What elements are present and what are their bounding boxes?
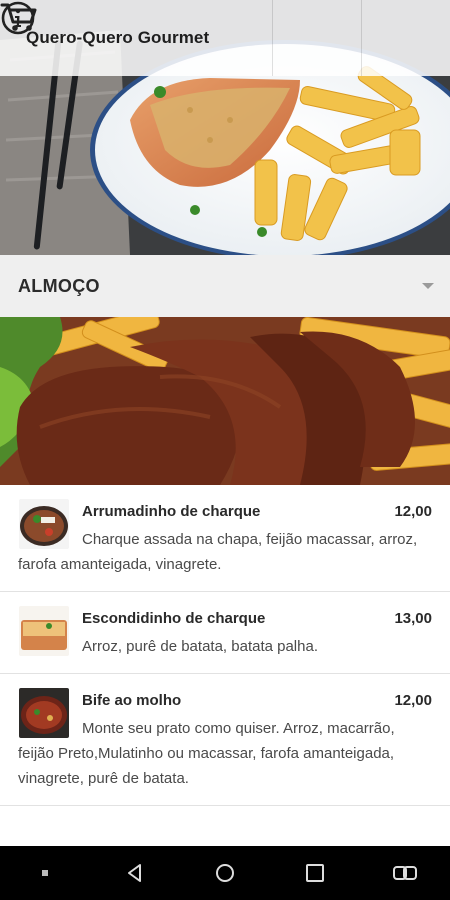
dish-description: Monte seu prato como quiser. Arroz, maca… <box>18 720 395 787</box>
dish-name: Bife ao molho <box>82 691 182 709</box>
menu-list: Arrumadinho de charque 12,00 Charque ass… <box>0 485 450 846</box>
info-button[interactable] <box>1 0 361 76</box>
nav-switch-button[interactable] <box>385 853 425 893</box>
dish-description: Arroz, purê de batata, batata palha. <box>82 638 318 655</box>
nav-recents-button[interactable] <box>295 853 335 893</box>
switch-icon <box>393 866 417 880</box>
hero-banner: Quero-Quero Gourmet <box>0 0 450 255</box>
nav-dot-button[interactable] <box>25 853 65 893</box>
dish-name: Escondidinho de charque <box>82 609 266 627</box>
dish-description: Charque assada na chapa, feijão macassar… <box>18 531 418 573</box>
section-header-almoco[interactable]: ALMOÇO <box>0 255 450 317</box>
dish-price: 13,00 <box>394 609 432 627</box>
home-icon <box>216 864 234 882</box>
section-banner-image <box>0 317 450 485</box>
dish-thumbnail <box>19 688 69 738</box>
top-app-bar: Quero-Quero Gourmet <box>0 0 450 76</box>
square-dot-icon <box>42 870 48 876</box>
nav-home-button[interactable] <box>205 853 245 893</box>
app-title: Quero-Quero Gourmet <box>26 28 210 47</box>
section-title: ALMOÇO <box>18 275 100 296</box>
dish-thumbnail <box>19 606 69 656</box>
recents-icon <box>306 864 324 882</box>
system-nav-bar <box>0 846 450 900</box>
list-item[interactable]: Escondidinho de charque 13,00 Arroz, pur… <box>0 592 450 674</box>
dropdown-arrow-icon <box>422 283 434 289</box>
dish-thumbnail <box>19 499 69 549</box>
list-item[interactable]: Bife ao molho 12,00 Monte seu prato como… <box>0 674 450 806</box>
dish-price: 12,00 <box>394 691 432 709</box>
dish-price: 12,00 <box>394 502 432 520</box>
dish-name: Arrumadinho de charque <box>82 502 261 520</box>
nav-back-button[interactable] <box>115 853 155 893</box>
list-item[interactable]: Arrumadinho de charque 12,00 Charque ass… <box>0 485 450 592</box>
cart-button[interactable] <box>0 0 450 76</box>
cart-icon <box>0 3 37 31</box>
meat-plate-image <box>0 317 450 485</box>
back-icon <box>128 864 141 882</box>
